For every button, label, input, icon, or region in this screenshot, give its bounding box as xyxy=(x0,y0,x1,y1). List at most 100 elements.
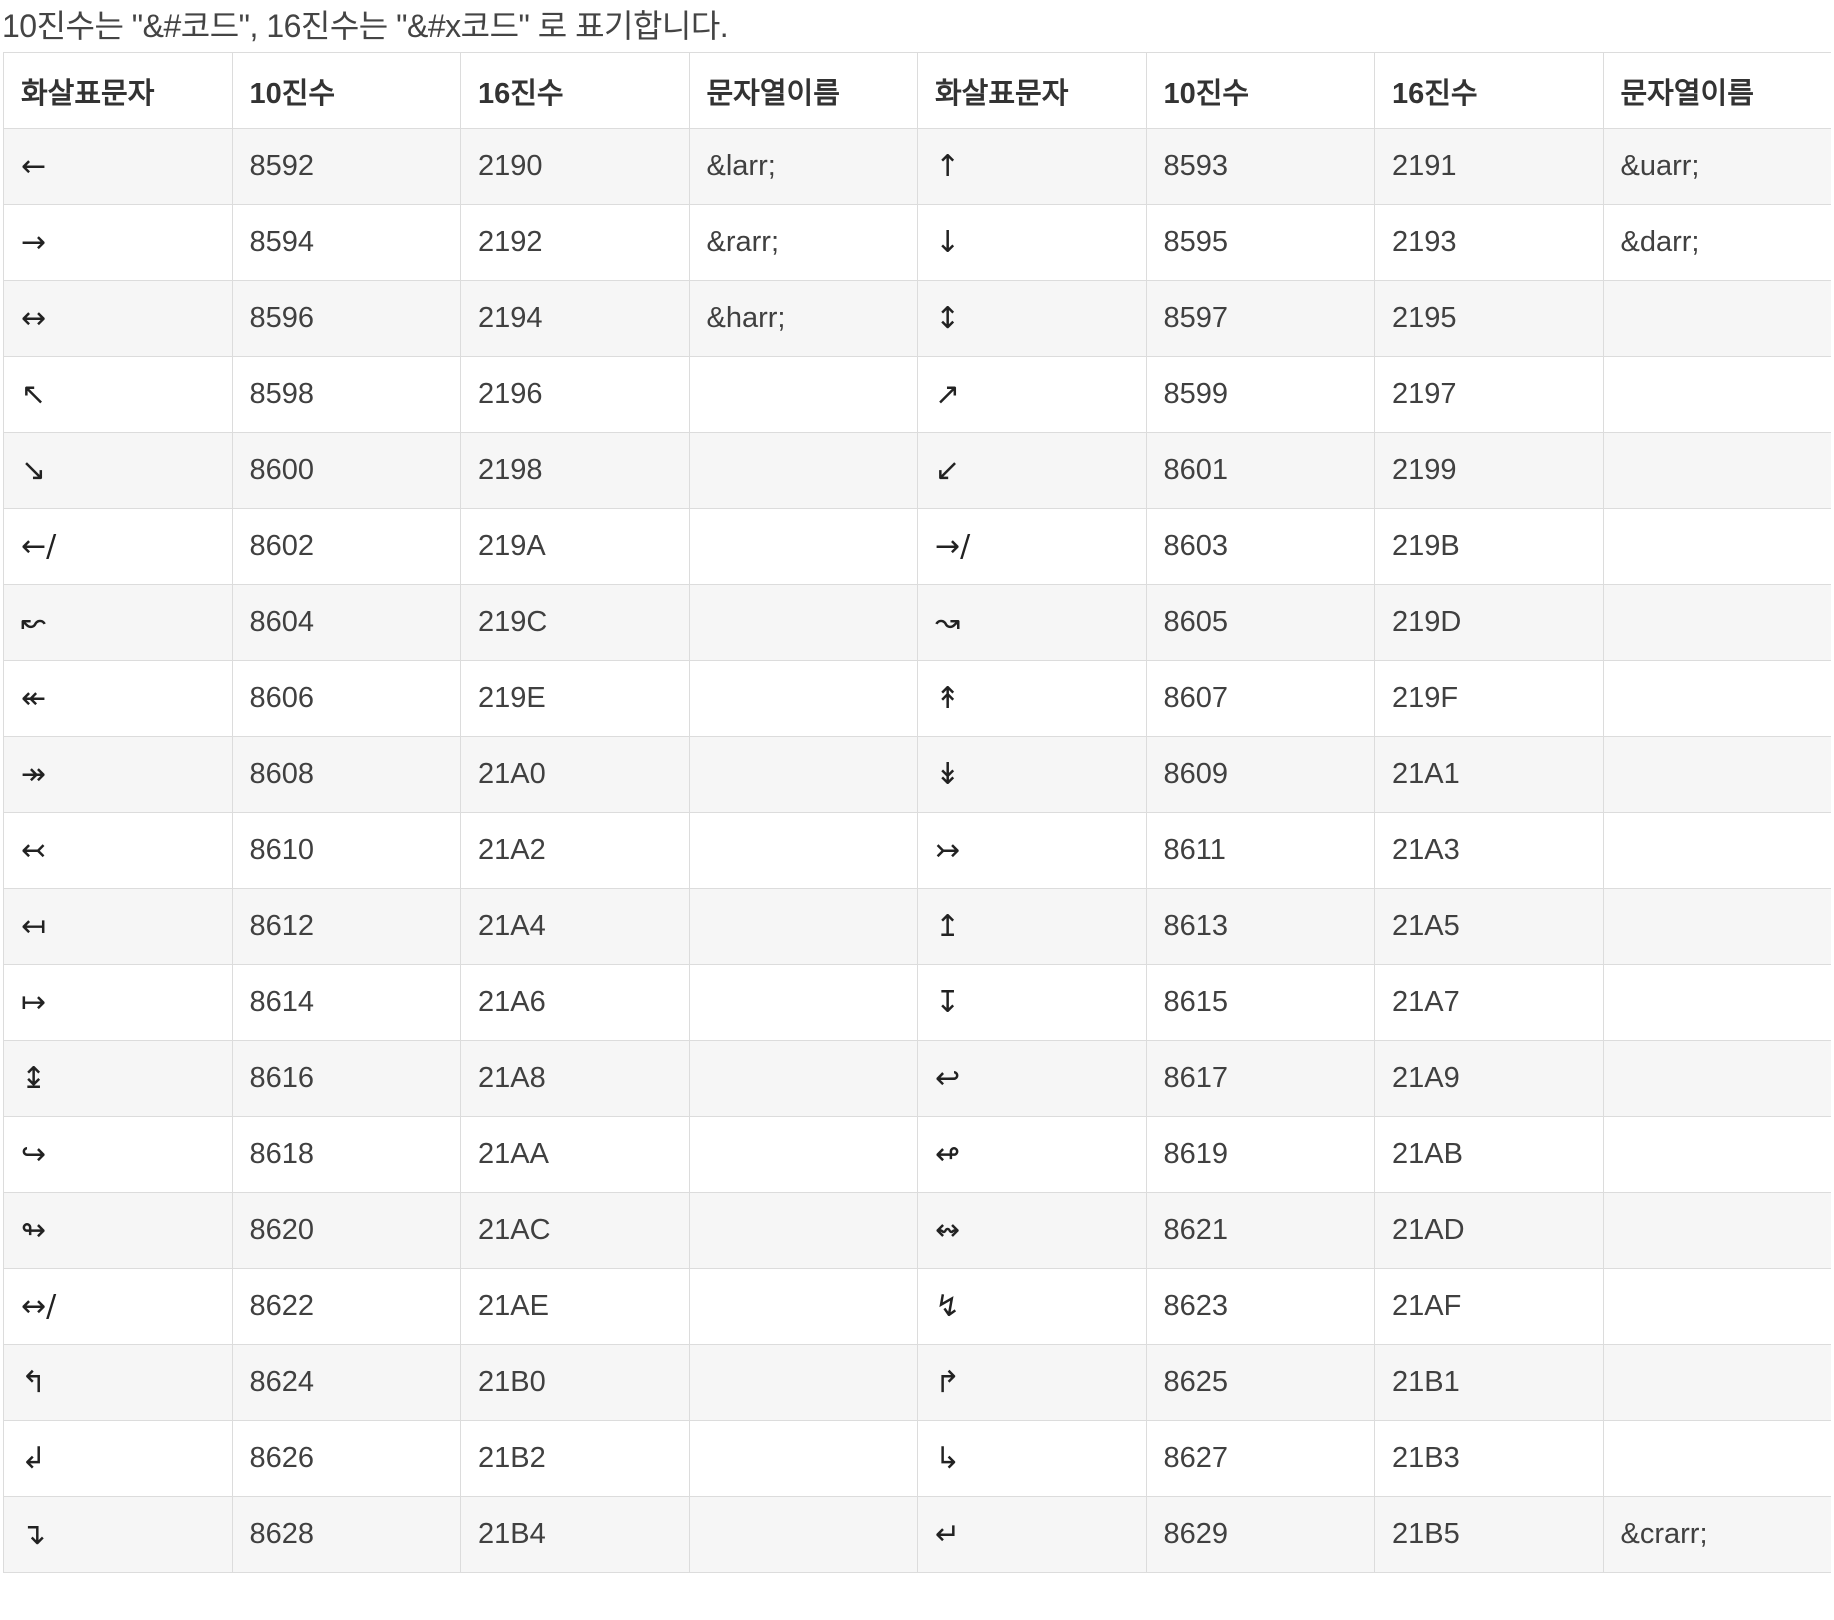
hex-code-cell: 21B2 xyxy=(460,1420,690,1497)
entity-name-cell xyxy=(688,888,918,965)
entity-name-cell xyxy=(688,660,918,737)
entity-name-cell xyxy=(688,356,918,433)
entity-name-cell xyxy=(1602,964,1831,1041)
entity-name-cell: &harr; xyxy=(688,280,918,357)
hex-code-cell: 2196 xyxy=(460,356,690,433)
hex-code-cell: 219D xyxy=(1374,584,1604,661)
entity-name-cell xyxy=(688,812,918,889)
decimal-code-cell: 8617 xyxy=(1145,1040,1375,1117)
hex-code-cell: 21B3 xyxy=(1374,1420,1604,1497)
header-arrow-char-left: 화살표문자 xyxy=(3,52,233,129)
arrow-table-container: 화살표문자 10진수 16진수 문자열이름 화살표문자 10진수 16진수 문자… xyxy=(3,52,1831,1620)
decimal-code-cell: 8601 xyxy=(1145,432,1375,509)
hex-code-cell: 219F xyxy=(1374,660,1604,737)
decimal-code-cell: 8621 xyxy=(1145,1192,1375,1269)
arrow-char-cell: ↲ xyxy=(3,1420,233,1497)
arrow-char-cell: ↝ xyxy=(917,584,1147,661)
entity-name-cell xyxy=(1602,1040,1831,1117)
decimal-code-cell: 8607 xyxy=(1145,660,1375,737)
decimal-code-cell: 8610 xyxy=(231,812,461,889)
decimal-code-cell: 8597 xyxy=(1145,280,1375,357)
entity-name-cell: &uarr; xyxy=(1602,128,1831,205)
hex-code-cell: 21AE xyxy=(460,1268,690,1345)
decimal-code-cell: 8613 xyxy=(1145,888,1375,965)
table-body: ← 8592 2190 &larr; ↑ 8593 2191 &uarr; → 8594 2192 &… xyxy=(3,128,1831,1573)
table-row: ↔ 8596 2194 &harr; ↕ 8597 2195 xyxy=(3,280,1831,357)
arrow-char-cell: → xyxy=(3,204,233,281)
entity-name-cell: &larr; xyxy=(688,128,918,205)
table-row: ↨ 8616 21A8 ↩ 8617 21A9 xyxy=(3,1040,1831,1117)
entity-name-cell xyxy=(688,1268,918,1345)
hex-code-cell: 2197 xyxy=(1374,356,1604,433)
arrow-char-cell: ↤ xyxy=(3,888,233,965)
arrow-char-cell: ↩ xyxy=(917,1040,1147,1117)
arrow-char-cell: ↦ xyxy=(3,964,233,1041)
arrow-char-cell: ↗ xyxy=(917,356,1147,433)
arrow-char-cell: ↵ xyxy=(917,1496,1147,1573)
hex-code-cell: 21AF xyxy=(1374,1268,1604,1345)
arrow-char-cell: ↴ xyxy=(3,1496,233,1573)
entity-name-cell xyxy=(1602,888,1831,965)
arrow-char-cell: ↟ xyxy=(917,660,1147,737)
table-row: ↪ 8618 21AA ↫ 8619 21AB xyxy=(3,1116,1831,1193)
header-hex-left: 16진수 xyxy=(460,52,690,129)
header-arrow-char-right: 화살표문자 xyxy=(917,52,1147,129)
entity-name-cell xyxy=(1602,280,1831,357)
entity-name-cell: &darr; xyxy=(1602,204,1831,281)
arrow-char-cell: ↖ xyxy=(3,356,233,433)
decimal-code-cell: 8593 xyxy=(1145,128,1375,205)
hex-code-cell: 2191 xyxy=(1374,128,1604,205)
hex-code-cell: 21B5 xyxy=(1374,1496,1604,1573)
arrow-char-cell: ↡ xyxy=(917,736,1147,813)
entity-name-cell xyxy=(1602,1116,1831,1193)
entity-name-cell xyxy=(688,584,918,661)
hex-code-cell: 219E xyxy=(460,660,690,737)
table-row: ↞ 8606 219E ↟ 8607 219F xyxy=(3,660,1831,737)
entity-name-cell xyxy=(688,1192,918,1269)
arrow-char-cell: ↔/ xyxy=(3,1268,233,1345)
arrow-char-cell: ↞ xyxy=(3,660,233,737)
table-row: ↜ 8604 219C ↝ 8605 219D xyxy=(3,584,1831,661)
entity-name-cell xyxy=(688,1116,918,1193)
hex-code-cell: 21AB xyxy=(1374,1116,1604,1193)
hex-code-cell: 2195 xyxy=(1374,280,1604,357)
table-row: ↲ 8626 21B2 ↳ 8627 21B3 xyxy=(3,1420,1831,1497)
decimal-code-cell: 8615 xyxy=(1145,964,1375,1041)
decimal-code-cell: 8605 xyxy=(1145,584,1375,661)
arrow-char-cell: ↨ xyxy=(3,1040,233,1117)
decimal-code-cell: 8624 xyxy=(231,1344,461,1421)
decimal-code-cell: 8602 xyxy=(231,508,461,585)
entity-name-cell xyxy=(688,1420,918,1497)
entity-name-cell xyxy=(1602,584,1831,661)
decimal-code-cell: 8626 xyxy=(231,1420,461,1497)
entity-name-cell xyxy=(1602,1192,1831,1269)
table-row: → 8594 2192 &rarr; ↓ 8595 2193 &darr; xyxy=(3,204,1831,281)
entity-name-cell xyxy=(1602,432,1831,509)
table-row: ↴ 8628 21B4 ↵ 8629 21B5 &crarr; xyxy=(3,1496,1831,1573)
arrow-char-cell: ↰ xyxy=(3,1344,233,1421)
hex-code-cell: 21A8 xyxy=(460,1040,690,1117)
entity-name-cell xyxy=(688,736,918,813)
hex-code-cell: 21A9 xyxy=(1374,1040,1604,1117)
hex-code-cell: 2194 xyxy=(460,280,690,357)
entity-name-cell xyxy=(1602,356,1831,433)
arrow-char-cell: ↧ xyxy=(917,964,1147,1041)
table-row: ← 8592 2190 &larr; ↑ 8593 2191 &uarr; xyxy=(3,128,1831,205)
decimal-code-cell: 8595 xyxy=(1145,204,1375,281)
decimal-code-cell: 8599 xyxy=(1145,356,1375,433)
arrow-char-cell: ↭ xyxy=(917,1192,1147,1269)
hex-code-cell: 219B xyxy=(1374,508,1604,585)
arrow-char-cell: ↘ xyxy=(3,432,233,509)
table-header-row: 화살표문자 10진수 16진수 문자열이름 화살표문자 10진수 16진수 문자… xyxy=(3,52,1831,129)
decimal-code-cell: 8623 xyxy=(1145,1268,1375,1345)
table-row: ↖ 8598 2196 ↗ 8599 2197 xyxy=(3,356,1831,433)
table-row: ↠ 8608 21A0 ↡ 8609 21A1 xyxy=(3,736,1831,813)
header-entity-name-left: 문자열이름 xyxy=(688,52,918,129)
decimal-code-cell: 8598 xyxy=(231,356,461,433)
entity-name-cell xyxy=(1602,1268,1831,1345)
entity-name-cell: &rarr; xyxy=(688,204,918,281)
decimal-code-cell: 8596 xyxy=(231,280,461,357)
arrow-char-cell: ↓ xyxy=(917,204,1147,281)
entity-name-cell xyxy=(1602,736,1831,813)
arrow-char-cell: ↔ xyxy=(3,280,233,357)
